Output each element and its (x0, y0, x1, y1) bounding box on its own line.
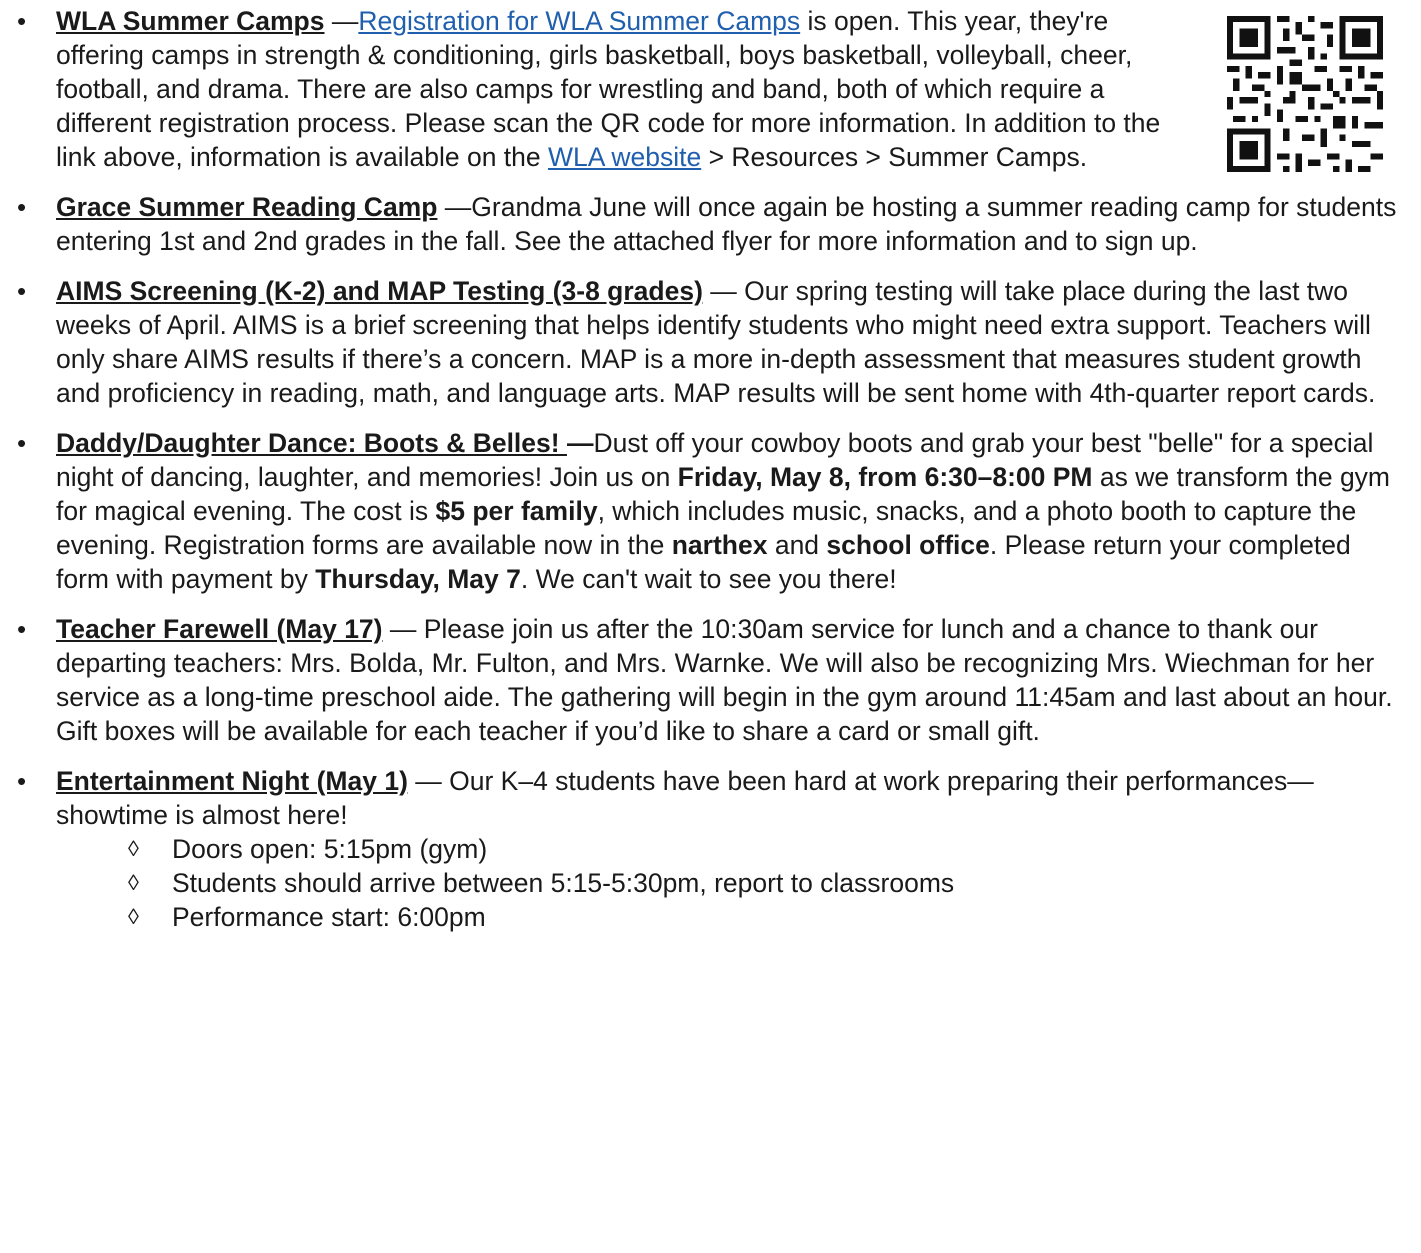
list-item-aims-map: • AIMS Screening (K-2) and MAP Testing (… (0, 274, 1421, 410)
body-text: . We can't wait to see you there! (520, 564, 897, 594)
bullet: • (17, 276, 27, 306)
registration-link[interactable]: Registration for WLA Summer Camps (358, 6, 800, 36)
heading-dance[interactable]: Daddy/Daughter Dance: Boots & Belles! (56, 428, 567, 458)
sub-item-text: Doors open: 5:15pm (gym) (172, 834, 488, 864)
heading-aims-map[interactable]: AIMS Screening (K-2) and MAP Testing (3-… (56, 276, 703, 306)
dance-date: Friday, May 8, from 6:30–8:00 PM (677, 462, 1093, 492)
location-school-office: school office (826, 530, 990, 560)
body-text: > Resources > Summer Camps. (701, 142, 1088, 172)
body-text: and (767, 530, 827, 560)
diamond-bullet-icon: ◊ (128, 836, 139, 861)
list-item-teacher-farewell: • Teacher Farewell (May 17) — Please joi… (0, 612, 1421, 748)
dash: — (566, 428, 594, 458)
newsletter-page: • WLA Summer Camps —Registration for WLA… (0, 0, 1421, 1253)
sub-list-item: ◊ Doors open: 5:15pm (gym) (0, 832, 1421, 866)
diamond-bullet-icon: ◊ (128, 870, 139, 895)
dash: — (324, 6, 359, 36)
heading-summer-camps[interactable]: WLA Summer Camps (56, 6, 324, 36)
list-item-reading-camp: • Grace Summer Reading Camp —Grandma Jun… (0, 190, 1421, 258)
sub-list-item: ◊ Performance start: 6:00pm (0, 900, 1421, 934)
heading-reading-camp[interactable]: Grace Summer Reading Camp (56, 192, 437, 222)
sub-item-text: Performance start: 6:00pm (172, 902, 486, 932)
bullet: • (17, 192, 27, 222)
location-narthex: narthex (671, 530, 768, 560)
qr-code-image[interactable] (1227, 16, 1383, 172)
bullet: • (17, 6, 27, 36)
bullet: • (17, 428, 27, 458)
heading-teacher-farewell[interactable]: Teacher Farewell (May 17) (56, 614, 383, 644)
heading-entertainment-night[interactable]: Entertainment Night (May 1) (56, 766, 408, 796)
list-item-entertainment-night: • Entertainment Night (May 1) — Our K–4 … (0, 764, 1421, 832)
list-item-dance: • Daddy/Daughter Dance: Boots & Belles! … (0, 426, 1421, 596)
list-item-summer-camps: • WLA Summer Camps —Registration for WLA… (0, 4, 1421, 174)
bullet: • (17, 614, 27, 644)
deadline-date: Thursday, May 7 (315, 564, 521, 594)
sub-list-item: ◊ Students should arrive between 5:15-5:… (0, 866, 1421, 900)
diamond-bullet-icon: ◊ (128, 904, 139, 929)
dance-cost: $5 per family (435, 496, 598, 526)
wla-website-link[interactable]: WLA website (548, 142, 701, 172)
sub-item-text: Students should arrive between 5:15-5:30… (172, 868, 955, 898)
bullet: • (17, 766, 27, 796)
